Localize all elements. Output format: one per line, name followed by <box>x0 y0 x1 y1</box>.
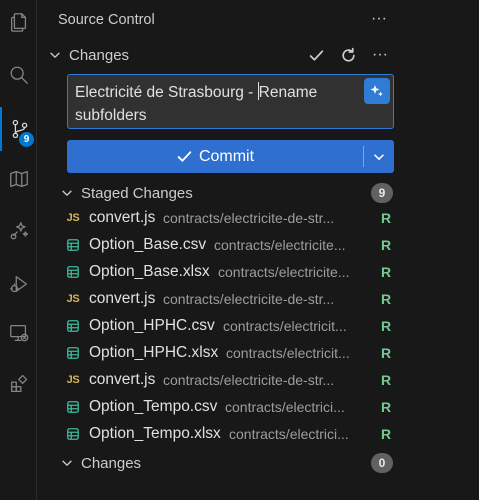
extensions-icon[interactable] <box>0 362 37 406</box>
staged-changes-header[interactable]: Staged Changes 9 <box>38 179 479 207</box>
map-icon[interactable] <box>0 157 37 201</box>
file-name: convert.js <box>89 209 156 226</box>
commit-main-action[interactable]: Commit <box>67 140 363 173</box>
file-path: contracts/electrici... <box>225 399 345 415</box>
explorer-icon[interactable] <box>0 0 37 44</box>
file-path: contracts/electricit... <box>226 345 350 361</box>
staged-file-row[interactable]: Option_Base.xlsx contracts/electricite...… <box>38 259 479 286</box>
spreadsheet-file-icon <box>65 399 81 415</box>
spreadsheet-file-icon <box>65 426 81 442</box>
staged-file-row[interactable]: Option_Tempo.csv contracts/electrici... R <box>38 394 479 421</box>
javascript-file-icon: JS <box>66 293 80 305</box>
commit-message-input[interactable]: Electricité de Strasbourg - Rename subfo… <box>67 74 394 129</box>
spreadsheet-file-icon <box>65 345 81 361</box>
commit-message-text-before: Electricité de Strasbourg - <box>75 84 258 101</box>
refresh-icon[interactable] <box>337 44 359 66</box>
staged-changes-label: Staged Changes <box>81 184 193 202</box>
staged-file-row[interactable]: Option_HPHC.csv contracts/electricit... R <box>38 313 479 340</box>
file-status-renamed: R <box>381 345 392 361</box>
staged-file-row[interactable]: Option_HPHC.xlsx contracts/electricit... R <box>38 340 479 367</box>
repo-more-icon[interactable]: ··· <box>369 44 391 66</box>
activity-bar: 9 <box>0 0 37 500</box>
unstaged-changes-label: Changes <box>81 454 142 472</box>
file-name: Option_HPHC.csv <box>89 317 215 334</box>
commit-dropdown-chevron-icon[interactable] <box>364 140 394 173</box>
staged-file-row[interactable]: JS convert.js contracts/electricite-de-str… <box>38 367 479 394</box>
file-path: contracts/electricite-de-str... <box>163 372 335 388</box>
file-status-renamed: R <box>381 318 392 334</box>
chevron-down-icon[interactable] <box>60 456 74 470</box>
unstaged-count-badge: 0 <box>371 453 393 473</box>
staged-file-row[interactable]: Option_Tempo.xlsx contracts/electrici... R <box>38 421 479 448</box>
file-name: convert.js <box>89 371 156 388</box>
file-path: contracts/electricite-de-str... <box>163 210 335 226</box>
file-name: Option_HPHC.xlsx <box>89 344 219 361</box>
staged-file-row[interactable]: JS convert.js contracts/electricite-de-str… <box>38 205 479 232</box>
generate-message-sparkle-icon[interactable] <box>364 78 390 104</box>
commit-message-text[interactable]: Electricité de Strasbourg - Rename subfo… <box>75 81 360 127</box>
source-control-icon[interactable]: 9 <box>0 107 37 151</box>
run-debug-icon[interactable] <box>0 262 37 306</box>
spreadsheet-file-icon <box>65 237 81 253</box>
file-path: contracts/electricit... <box>223 318 347 334</box>
file-name: Option_Base.csv <box>89 236 207 253</box>
file-name: Option_Tempo.csv <box>89 398 218 415</box>
sidebar-header: Source Control ··· <box>38 0 479 40</box>
changes-repo-label: Changes <box>69 46 130 64</box>
file-path: contracts/electricite... <box>214 237 346 253</box>
file-status-renamed: R <box>381 426 392 442</box>
staged-count-badge: 9 <box>371 183 393 203</box>
file-path: contracts/electricite-de-str... <box>163 291 335 307</box>
chevron-down-icon[interactable] <box>60 186 74 200</box>
scm-count-badge: 9 <box>19 132 34 147</box>
javascript-file-icon: JS <box>66 212 80 224</box>
file-path: contracts/electricite... <box>218 264 350 280</box>
spreadsheet-file-icon <box>65 264 81 280</box>
staged-file-row[interactable]: JS convert.js contracts/electricite-de-str… <box>38 286 479 313</box>
file-status-renamed: R <box>381 237 392 253</box>
file-path: contracts/electrici... <box>229 426 349 442</box>
unstaged-changes-header[interactable]: Changes 0 <box>38 449 479 477</box>
spreadsheet-file-icon <box>65 318 81 334</box>
sidebar-title: Source Control <box>58 12 155 28</box>
source-control-sidebar: Source Control ··· Changes ··· Electrici… <box>38 0 479 500</box>
file-status-renamed: R <box>381 399 392 415</box>
chevron-down-icon[interactable] <box>48 48 62 62</box>
changes-repo-header[interactable]: Changes ··· <box>38 41 479 69</box>
file-status-renamed: R <box>381 372 392 388</box>
search-icon[interactable] <box>0 53 37 97</box>
file-name: convert.js <box>89 290 156 307</box>
file-status-renamed: R <box>381 264 392 280</box>
staged-file-row[interactable]: Option_Base.csv contracts/electricite... R <box>38 232 479 259</box>
more-actions-icon[interactable]: ··· <box>369 11 389 27</box>
repo-actions: ··· <box>305 44 391 66</box>
remote-explorer-icon[interactable] <box>0 311 37 355</box>
javascript-file-icon: JS <box>66 374 80 386</box>
file-name: Option_Base.xlsx <box>89 263 210 280</box>
file-status-renamed: R <box>381 291 392 307</box>
file-status-renamed: R <box>381 210 392 226</box>
file-name: Option_Tempo.xlsx <box>89 425 221 442</box>
check-icon <box>177 151 192 162</box>
commit-button[interactable]: Commit <box>67 140 394 173</box>
commit-check-icon[interactable] <box>305 44 327 66</box>
sparkle-bug-icon[interactable] <box>0 209 37 253</box>
commit-button-label: Commit <box>198 147 255 165</box>
